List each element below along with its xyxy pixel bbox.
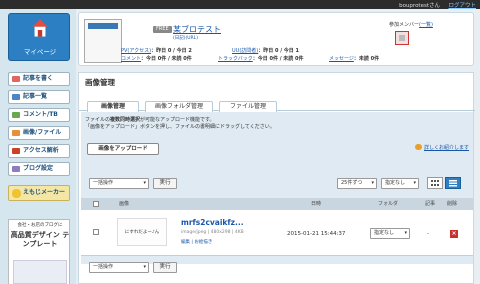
file-actions[interactable]: 編集 | お絵描き: [181, 239, 212, 245]
nav-images-files[interactable]: 画像/ファイル: [8, 126, 70, 140]
folder-filter-select[interactable]: 指定なし: [381, 178, 419, 189]
nav-label: ブログ設定: [23, 165, 54, 172]
pencil-icon: [12, 76, 20, 82]
members-label: 参加メンバー: [389, 22, 420, 28]
tab-bar: 画像管理 画像フォルダ管理 ファイル管理: [79, 95, 475, 112]
upload-info: ファイルの複数同時選択が可能なアップロード機能です。 「画像をアップロード」ボタ…: [85, 117, 275, 130]
nav-label: コメント/TB: [23, 111, 58, 118]
image-management-panel: 画像管理 画像管理 画像フォルダ管理 ファイル管理 ファイルの複数同時選択が可能…: [78, 72, 475, 284]
grid-icon: [431, 180, 439, 186]
uu-value: ：昨日 0 / 今日 1: [258, 48, 299, 54]
row-checkbox[interactable]: [93, 229, 99, 235]
trackback-value: ：今日 0件 / 未読 0件: [252, 56, 304, 62]
list-icon: [12, 94, 20, 100]
trackback-stat: トラックバック：今日 0件 / 未読 0件: [218, 55, 304, 62]
message-link[interactable]: メッセージ: [329, 56, 354, 62]
nav-article-list[interactable]: 記事一覧: [8, 90, 70, 104]
uu-link[interactable]: UU(訪問者): [232, 48, 258, 54]
bulk-action-select-bottom[interactable]: 一括操作: [89, 262, 149, 273]
info-bold: 複数同時選択: [110, 117, 141, 123]
tab-file-management[interactable]: ファイル管理: [219, 101, 277, 112]
message-stat: メッセージ：未読 0件: [329, 55, 379, 62]
ad-title: 高品質デザイン テンプレート: [10, 231, 70, 248]
mypage-button[interactable]: マイページ: [8, 13, 70, 61]
message-value: ：未読 0件: [353, 56, 380, 62]
nav-comments[interactable]: コメント/TB: [8, 108, 70, 122]
smiley-icon: [12, 189, 21, 198]
ad-subtitle: 会社・お店のブログに: [17, 223, 63, 228]
list-view-button[interactable]: [445, 177, 461, 189]
help-icon: [415, 144, 422, 150]
nav-write-article[interactable]: 記事を書く: [8, 72, 70, 86]
delete-icon[interactable]: ×: [450, 230, 458, 238]
table-header: 画像 日時 フォルダ 記事 削除: [81, 198, 473, 210]
image-icon: [12, 130, 20, 136]
sidebar: マイページ 記事を書く 記事一覧 コメント/TB 画像/ファイル アクセス解析 …: [0, 9, 76, 284]
comment-stat: コメント：今日 0件 / 未読 0件: [121, 55, 192, 62]
comment-link[interactable]: コメント: [121, 56, 141, 62]
nav-blog-settings[interactable]: ブログ設定: [8, 162, 70, 176]
logout-link[interactable]: ログアウト: [448, 1, 476, 9]
blog-links[interactable]: (日記)(URL): [173, 35, 198, 41]
col-date: 日時: [311, 201, 322, 207]
file-meta: image/jpeg | 480x298 | 4KB: [181, 230, 244, 235]
list-icon: [449, 180, 457, 187]
row-folder-select[interactable]: 指定なし: [370, 228, 410, 239]
image-thumbnail[interactable]: にすれだよー♪ん: [117, 218, 167, 246]
per-page-select[interactable]: 25件ずつ: [337, 178, 377, 189]
col-image: 画像: [119, 201, 130, 207]
blog-thumbnail[interactable]: [84, 19, 122, 63]
nav-access-analysis[interactable]: アクセス解析: [8, 144, 70, 158]
members-heading: 参加メンバー(一覧): [389, 21, 433, 28]
top-bar: bouprotestさん ログアウト: [0, 0, 480, 9]
nav-label: 記事を書く: [23, 75, 54, 82]
ad-screenshot-image: [13, 260, 67, 284]
uu-stat: UU(訪問者)：昨日 0 / 今日 1: [232, 47, 299, 54]
free-badge: FREE: [153, 26, 172, 33]
info-line-2: 「画像をアップロード」ボタンを押し、ファイルの書明細にドラッグしてください。: [85, 124, 275, 130]
pv-link[interactable]: PV(アクセス): [121, 48, 151, 54]
col-article: 記事: [425, 201, 436, 207]
comment-value: ：今日 0件 / 未読 0件: [141, 56, 192, 62]
tab-image-management[interactable]: 画像管理: [87, 101, 139, 112]
col-folder: フォルダ: [378, 201, 399, 207]
blog-title-link[interactable]: 某ブロテスト: [173, 24, 221, 35]
nav-label: アクセス解析: [23, 147, 59, 154]
trackback-link[interactable]: トラックバック: [218, 56, 253, 62]
gear-icon: [12, 166, 20, 172]
upload-panel: ファイルの複数同時選択が可能なアップロード機能です。 「画像をアップロード」ボタ…: [81, 112, 473, 273]
execute-button-top[interactable]: 実行: [153, 178, 177, 189]
file-name-link[interactable]: mrfs2cvaikfz...: [181, 218, 244, 227]
upload-date: 2015-01-21 15:44:37: [287, 231, 346, 237]
grid-view-button[interactable]: [427, 177, 443, 189]
nav-label: 記事一覧: [23, 93, 48, 100]
nav-label: 画像/ファイル: [23, 129, 62, 136]
blog-profile-panel: FREE 某ブロテスト (日記)(URL) PV(アクセス)：昨日 0 / 今日…: [78, 12, 474, 66]
select-all-checkbox[interactable]: [93, 201, 99, 207]
pv-stat: PV(アクセス)：昨日 0 / 今日 2: [121, 47, 192, 54]
house-icon: [32, 19, 48, 37]
page-title: 画像管理: [85, 78, 115, 87]
nav-emoji-maker[interactable]: えもじメーカー: [8, 185, 70, 201]
template-ad-banner[interactable]: 会社・お店のブログに 高品質デザイン テンプレート: [8, 219, 70, 284]
article-value: -: [427, 231, 429, 237]
table-row: にすれだよー♪ん mrfs2cvaikfz... image/jpeg | 48…: [81, 210, 473, 256]
nav-label: えもじメーカー: [23, 189, 66, 196]
pv-value: ：昨日 0 / 今日 2: [151, 48, 192, 54]
mypage-label: マイページ: [23, 48, 57, 56]
upload-image-button[interactable]: 画像をアップロード: [87, 143, 159, 155]
help-link[interactable]: 詳しくお紹介します: [415, 144, 469, 151]
tab-image-folder-management[interactable]: 画像フォルダ管理: [145, 101, 213, 112]
execute-button-bottom[interactable]: 実行: [153, 262, 177, 273]
chart-icon: [12, 148, 20, 154]
comment-icon: [12, 112, 20, 118]
member-avatar[interactable]: [395, 31, 409, 45]
col-delete: 削除: [447, 201, 458, 207]
members-list-link[interactable]: (一覧): [419, 22, 433, 28]
user-name: bouprotestさん: [399, 3, 440, 9]
bulk-action-select-top[interactable]: 一括操作: [89, 178, 149, 189]
